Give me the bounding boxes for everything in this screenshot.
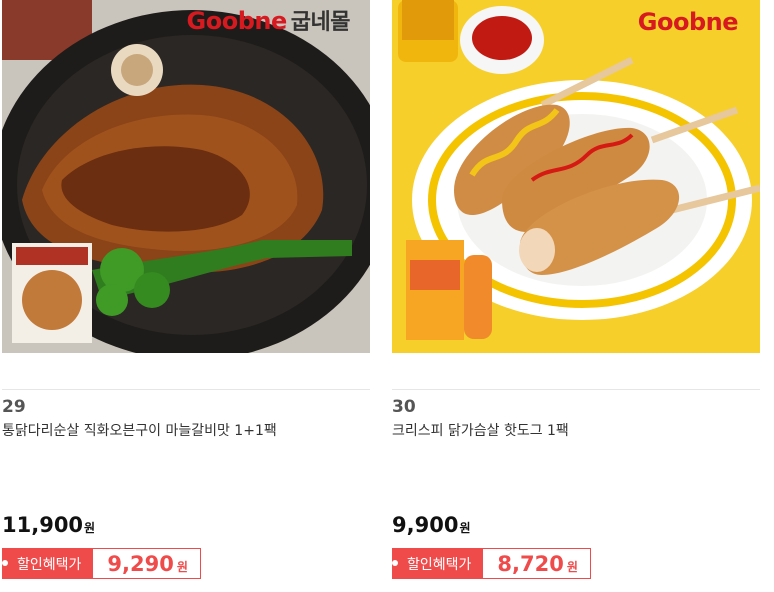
product-price: 9,900원: [392, 513, 471, 537]
product-name[interactable]: 크리스피 닭가슴살 핫도그 1팩: [392, 420, 569, 440]
discount-price-badge: 할인혜택가 8,720 원: [391, 548, 591, 579]
product-image[interactable]: Goobne: [392, 0, 760, 353]
product-card[interactable]: Goobne 30 크리스피 닭가슴살 핫도그 1팩 9,900원 할인혜택가 …: [391, 0, 762, 592]
product-rank: 29: [2, 397, 26, 417]
brand-logo: Goobne: [637, 8, 739, 36]
discount-label: 할인혜택가: [1, 549, 94, 578]
discount-price: 9,290 원: [107, 551, 188, 576]
product-price: 11,900원: [2, 513, 96, 537]
divider: [2, 389, 370, 390]
discount-price-badge: 할인혜택가 9,290 원: [1, 548, 201, 579]
product-card[interactable]: Goobne 굽네몰 29 통닭다리순살 직화오븐구이 마늘갈비맛 1+1팩 11…: [1, 0, 372, 592]
discount-price: 8,720 원: [497, 551, 578, 576]
divider: [392, 389, 760, 390]
product-name[interactable]: 통닭다리순살 직화오븐구이 마늘갈비맛 1+1팩: [2, 420, 277, 440]
product-image[interactable]: Goobne 굽네몰: [2, 0, 370, 353]
brand-logo: Goobne 굽네몰: [186, 7, 351, 35]
discount-label: 할인혜택가: [391, 549, 484, 578]
product-rank: 30: [392, 397, 416, 417]
